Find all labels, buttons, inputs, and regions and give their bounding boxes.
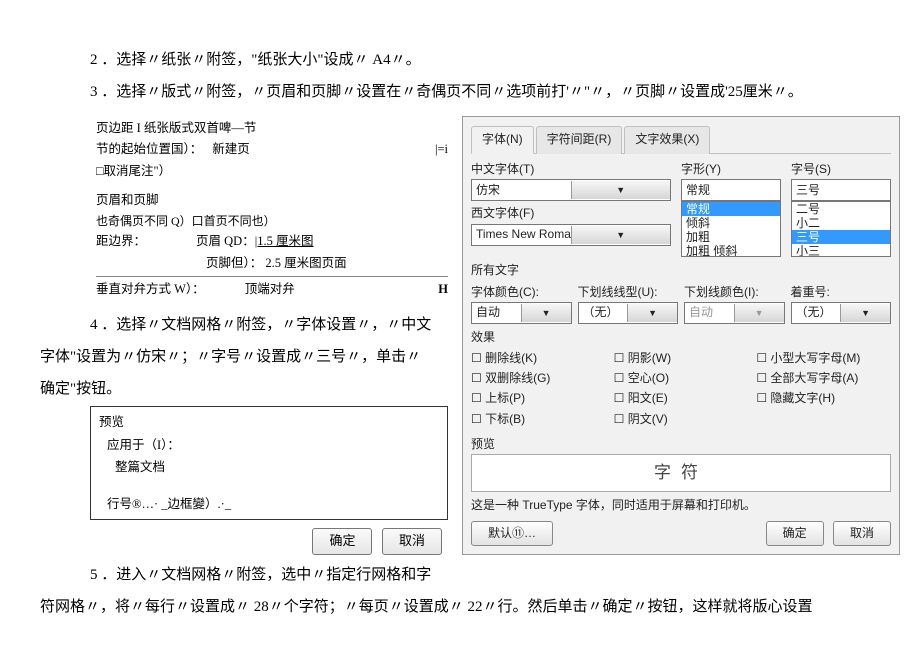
list-item[interactable]: 加粗	[682, 230, 780, 244]
chevron-down-icon: ▼	[571, 181, 671, 199]
footer-offset-value: 2.5 厘米图页面	[265, 256, 346, 270]
footer-offset-label: 页脚但）：	[206, 256, 262, 270]
section-start-value: 新建页	[212, 139, 250, 160]
style-label: 字形(Y)	[681, 160, 781, 179]
line-num-border-row: 行号®…· _边框變）.·_	[99, 493, 439, 516]
chk-outline[interactable]: 空心(O)	[614, 369, 749, 388]
style-value[interactable]: 常规	[681, 179, 781, 201]
chk-subscript[interactable]: 下标(B)	[471, 410, 606, 429]
chk-superscript[interactable]: 上标(P)	[471, 389, 606, 408]
emphasis-label: 着重号:	[791, 283, 892, 302]
list-item[interactable]: 二号	[792, 202, 890, 216]
instruction-2: 2 ．选择〃纸张〃附签，"纸张大小"设成〃 A4〃。	[90, 48, 890, 72]
suppress-endnote: □取消尾注"）	[96, 161, 448, 182]
underline-color-label: 下划线颜色(I):	[684, 283, 785, 302]
effects-label: 效果	[471, 328, 891, 347]
truetype-hint: 这是一种 TrueType 字体，同时适用于屏幕和打印机。	[471, 496, 891, 515]
underline-style-combo[interactable]: （无）▼	[578, 302, 679, 324]
size-value[interactable]: 三号	[791, 179, 891, 201]
text: 页边距 I 纸张版式双首啤—节	[96, 121, 256, 135]
apply-to: 应用于（I）：	[99, 434, 439, 457]
font-color-combo[interactable]: 自动▼	[471, 302, 572, 324]
valign-value: 顶端对弁	[245, 279, 295, 300]
odd-even-options: 也奇偶页不同 Q）口首页不同也）	[96, 211, 448, 231]
list-item[interactable]: 加粗 倾斜	[682, 244, 780, 257]
latin-font-combo[interactable]: Times New Roman ▼	[471, 224, 671, 246]
cjk-font-label: 中文字体(T)	[471, 160, 671, 179]
emphasis-combo[interactable]: （无）▼	[791, 302, 892, 324]
chk-engrave[interactable]: 阴文(V)	[614, 410, 749, 429]
chk-emboss[interactable]: 阳文(E)	[614, 389, 749, 408]
size-listbox[interactable]: 二号 小二 三号 小三	[791, 201, 891, 257]
chk-smallcaps[interactable]: 小型大写字母(M)	[756, 349, 891, 368]
list-item[interactable]: 常规	[682, 202, 780, 216]
preview-label: 预览	[471, 435, 891, 454]
chevron-down-icon: ▼	[840, 304, 890, 322]
ok-button[interactable]: 确定	[312, 528, 372, 555]
underline-style-label: 下划线线型(U):	[578, 283, 679, 302]
tab-font[interactable]: 字体(N)	[471, 126, 534, 154]
dialog-buttons: 确定 取消	[90, 528, 448, 555]
effects-grid: 删除线(K) 阴影(W) 小型大写字母(M) 双删除线(G) 空心(O) 全部大…	[471, 349, 891, 429]
section-start-label: 节的起始位置国）：	[96, 139, 202, 160]
chevron-down-icon: ▼	[571, 226, 671, 244]
chevron-down-icon: ▼	[734, 304, 784, 322]
dialog-tabs: 字体(N) 字符间距(R) 文字效果(X)	[471, 125, 891, 154]
preview-title: 预览	[99, 411, 439, 434]
font-color-label: 字体颜色(C):	[471, 283, 572, 302]
ok-button[interactable]: 确定	[766, 521, 824, 546]
tab-char-spacing[interactable]: 字符间距(R)	[536, 126, 623, 154]
default-button[interactable]: 默认⑪…	[471, 521, 553, 546]
text: |=i	[435, 139, 448, 160]
underline-color-combo[interactable]: 自动▼	[684, 302, 785, 324]
instruction-5a: 5 ．进入〃文档网格〃附签，选中〃指定行网格和字	[90, 563, 890, 587]
chk-allcaps[interactable]: 全部大写字母(A)	[756, 369, 891, 388]
cancel-button[interactable]: 取消	[833, 521, 891, 546]
cjk-font-combo[interactable]: 仿宋 ▼	[471, 179, 671, 201]
instruction-3: 3 ．选择〃版式〃附签，〃页眉和页脚〃设置在〃奇偶页不同〃选项前打'〃"〃，〃页…	[90, 80, 890, 104]
chk-dblstrike[interactable]: 双删除线(G)	[471, 369, 606, 388]
apply-scope: 整篇文档	[99, 456, 439, 479]
distance-label: 距边界：	[96, 231, 146, 252]
valign-label: 垂直对弁方式 W）：	[96, 279, 205, 300]
header-footer-title: 页眉和页脚	[96, 190, 448, 211]
preview-box: 预览 应用于（I）： 整篇文档 行号®…· _边框變）.·_	[90, 406, 448, 520]
header-offset-value: |1.5 厘米图	[255, 231, 314, 252]
size-label: 字号(S)	[791, 160, 891, 179]
tab-text-effects[interactable]: 文字效果(X)	[624, 126, 710, 154]
list-item[interactable]: 倾斜	[682, 216, 780, 230]
instruction-4a: 4 ．选择〃文档网格〃附签，〃字体设置〃，〃中文	[90, 310, 448, 340]
style-listbox[interactable]: 常规 倾斜 加粗 加粗 倾斜	[681, 201, 781, 257]
layout-dialog-block: 页边距 I 纸张版式双首啤—节 节的起始位置国）： 新建页 |=i □取消尾注"…	[90, 116, 448, 302]
instruction-4b: 字体"设置为〃仿宋〃；〃字号〃设置成〃三号〃，单击〃	[40, 342, 448, 372]
instruction-4c: 确定"按钮。	[40, 374, 448, 404]
chevron-down-icon: ▼	[627, 304, 677, 322]
instruction-5b: 符网格〃，将〃每行〃设置成〃 28〃个字符；〃每页〃设置成〃 22〃行。然后单击…	[40, 595, 890, 619]
header-offset-label: 页眉 QD：	[196, 231, 255, 252]
list-item[interactable]: 小二	[792, 216, 890, 230]
list-item[interactable]: 三号	[792, 230, 890, 244]
chk-hidden[interactable]: 隐藏文字(H)	[756, 389, 891, 408]
chk-strike[interactable]: 删除线(K)	[471, 349, 606, 368]
all-text-label: 所有文字	[471, 261, 891, 280]
preview-area: 字符	[471, 454, 891, 492]
list-item[interactable]: 小三	[792, 244, 890, 257]
chk-shadow[interactable]: 阴影(W)	[614, 349, 749, 368]
chevron-down-icon: ▼	[521, 304, 571, 322]
font-dialog: 字体(N) 字符间距(R) 文字效果(X) 中文字体(T) 仿宋 ▼ 西文字体(…	[462, 116, 900, 555]
cancel-button[interactable]: 取消	[382, 528, 442, 555]
latin-font-label: 西文字体(F)	[471, 204, 671, 223]
